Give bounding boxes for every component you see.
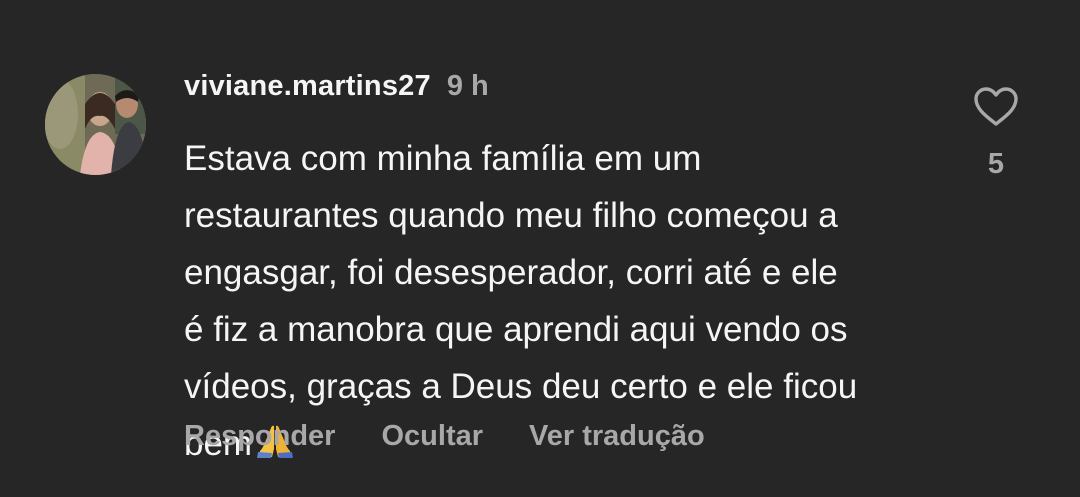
translate-button[interactable]: Ver tradução [529, 420, 705, 453]
comment-item: viviane.martins27 9 h Estava com minha f… [0, 0, 1080, 497]
comment-text-line: Estava com minha família em um [184, 139, 702, 178]
comment-text-line: vídeos, graças a Deus deu certo e ele fi… [184, 367, 858, 406]
comment-text-line: restaurantes quando meu filho começou a [184, 196, 838, 235]
avatar[interactable] [45, 74, 146, 175]
like-section: 5 [966, 86, 1026, 181]
like-count: 5 [987, 148, 1005, 180]
comment-text-line: é fiz a manobra que aprendi aqui vendo o… [184, 310, 848, 349]
avatar-photo [45, 74, 146, 175]
reply-button[interactable]: Responder [184, 420, 335, 453]
hide-button[interactable]: Ocultar [381, 420, 483, 453]
username[interactable]: viviane.martins27 [184, 70, 431, 103]
comment-text-line: engasgar, foi desesperador, corri até e … [184, 253, 838, 292]
comment-header: viviane.martins27 9 h [184, 70, 489, 103]
heart-outline-icon[interactable] [973, 86, 1019, 128]
comment-timestamp: 9 h [446, 70, 489, 102]
comment-actions: Responder Ocultar Ver tradução [184, 420, 705, 453]
